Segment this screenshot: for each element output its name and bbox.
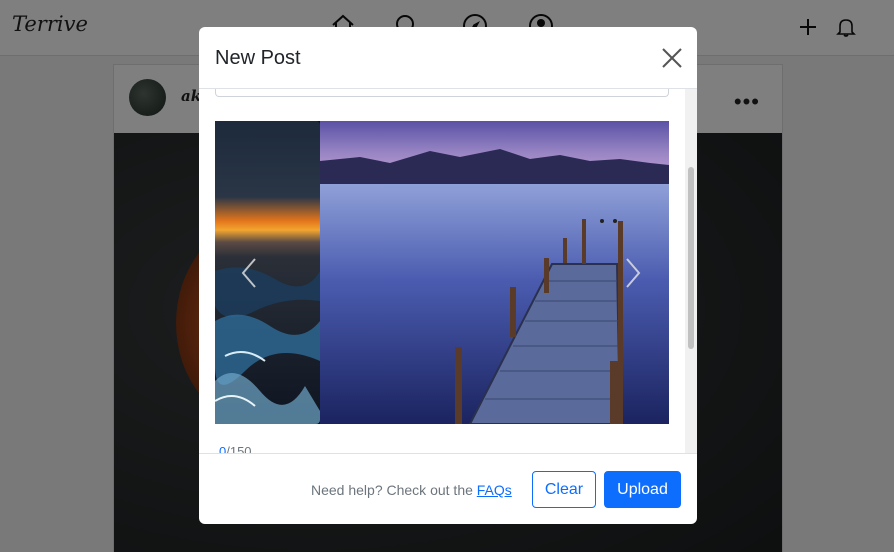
- close-icon[interactable]: [659, 45, 685, 71]
- image-carousel: [215, 121, 669, 424]
- modal-header: New Post: [199, 27, 697, 89]
- caption-char-counter: 0/150: [219, 444, 252, 453]
- counter-max: /150: [226, 444, 252, 453]
- carousel-prev-icon[interactable]: [239, 257, 259, 289]
- help-text: Need help? Check out the FAQs: [311, 482, 512, 498]
- modal-footer: Need help? Check out the FAQs Clear Uplo…: [199, 453, 697, 524]
- scrollbar-thumb[interactable]: [688, 167, 694, 349]
- help-text-label: Need help? Check out the: [311, 482, 477, 498]
- caption-input[interactable]: [215, 89, 669, 97]
- new-post-modal: New Post 0/150 Need help? Check out the …: [199, 27, 697, 524]
- clear-button[interactable]: Clear: [532, 471, 596, 508]
- carousel-slide-sunset: [215, 121, 320, 424]
- carousel-next-icon[interactable]: [623, 257, 643, 289]
- modal-title: New Post: [215, 47, 301, 69]
- upload-button[interactable]: Upload: [604, 471, 681, 508]
- modal-scrollbar[interactable]: [685, 89, 697, 453]
- faqs-link[interactable]: FAQs: [477, 482, 512, 498]
- modal-body: 0/150: [199, 89, 697, 453]
- carousel-slide-pier: [320, 121, 669, 424]
